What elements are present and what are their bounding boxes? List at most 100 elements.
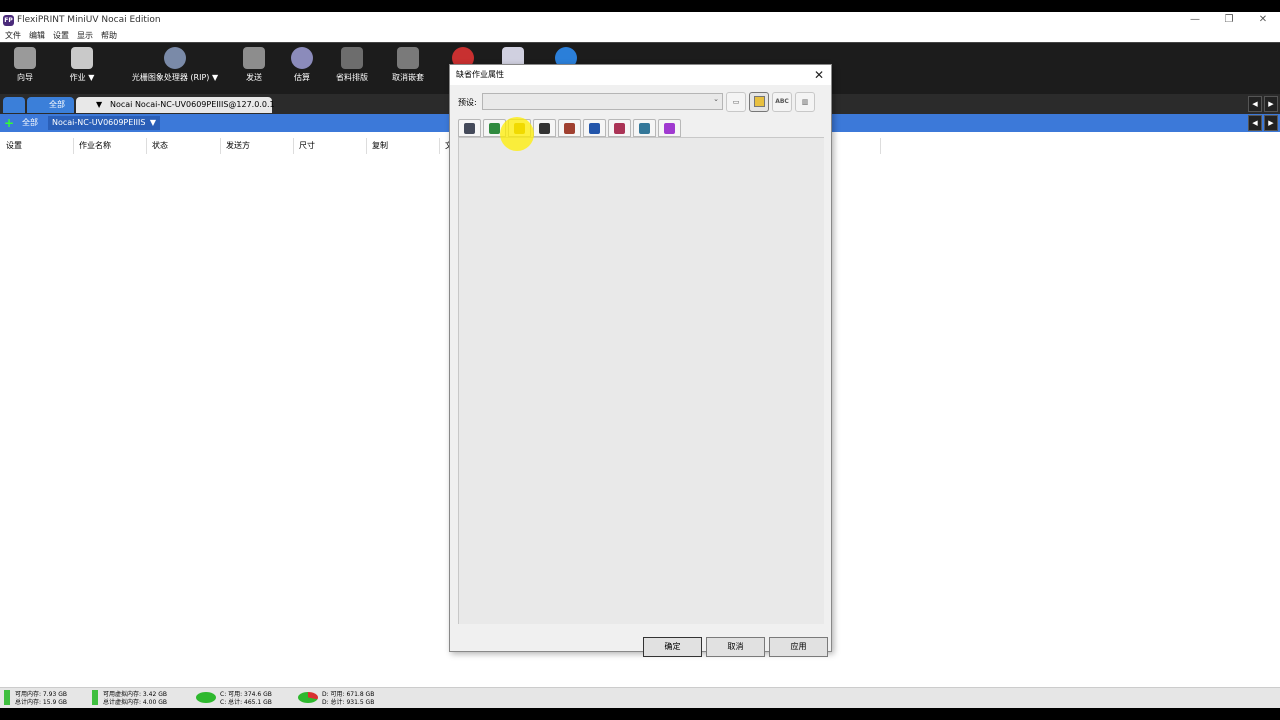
job-caret-icon[interactable]: ▼ [88, 73, 94, 82]
c-drive-total: C: 总计: 465.1 GB [220, 699, 272, 706]
d-drive-free: D: 可用: 671.8 GB [322, 691, 375, 698]
c-drive-free: C: 可用: 374.6 GB [220, 691, 272, 698]
delete-preset-button[interactable]: ▥ [795, 92, 815, 112]
unnest-icon [397, 47, 419, 69]
layout-icon [539, 123, 550, 134]
send-printer-icon [243, 47, 265, 69]
tab-all[interactable]: 全部 [27, 97, 74, 113]
close-window-button[interactable]: ✕ [1246, 12, 1280, 28]
ok-button[interactable]: 确定 [643, 637, 702, 657]
c-drive-status: C: 可用: 374.6 GB C: 总计: 465.1 GB [196, 690, 290, 707]
wizard-icon [14, 47, 36, 69]
dialog-title-bar: 缺省作业属性 ✕ [450, 65, 831, 85]
add-icon[interactable]: + [2, 116, 16, 130]
tab-color[interactable] [608, 119, 631, 137]
palette-icon [664, 123, 675, 134]
rip-label: 光栅图象处理器 (RIP) [131, 73, 210, 82]
memory-available: 可用内存: 7.93 GB [15, 691, 67, 698]
column-copies[interactable]: 复制 [372, 140, 388, 151]
tabs-scroll-left-button[interactable]: ◀ [1248, 96, 1262, 112]
general-icon [464, 123, 475, 134]
printer-filter-dropdown[interactable]: Nocai-NC-UV0609PEIIIS ▼ [48, 116, 160, 130]
save-as-preset-button[interactable] [749, 92, 769, 112]
image-icon [489, 123, 500, 134]
nesting-button[interactable]: 省料排版 [332, 47, 372, 93]
job-label: 作业 [69, 73, 86, 82]
tab-printer[interactable]: ▼ Nocai Nocai-NC-UV0609PEIIIS@127.0.0.1 [76, 97, 275, 113]
dialog-title: 缺省作业属性 [456, 70, 504, 79]
column-job-name[interactable]: 作业名称 [79, 140, 111, 151]
menu-bar: 文件 编辑 设置 显示 帮助 [0, 28, 1280, 42]
apply-button[interactable]: 应用 [769, 637, 828, 657]
column-sender[interactable]: 发送方 [226, 140, 250, 151]
virtual-memory-status: 可用虚拟内存: 3.42 GB 总计虚拟内存: 4.00 GB [92, 690, 192, 707]
filter-scroll-right-button[interactable]: ▶ [1264, 115, 1278, 131]
rip-caret-icon[interactable]: ▼ [212, 73, 218, 82]
virtual-memory-bar-icon [92, 690, 98, 705]
preset-caret-icon: ⌄ [713, 95, 719, 103]
floppy-plus-icon [753, 96, 765, 107]
menu-edit[interactable]: 编辑 [29, 30, 45, 41]
rip-button[interactable]: 光栅图象处理器 (RIP) ▼ [124, 47, 226, 93]
send-button[interactable]: 发送 [240, 47, 268, 93]
virtual-memory-total: 总计虚拟内存: 4.00 GB [103, 699, 167, 706]
cancel-button[interactable]: 取消 [706, 637, 765, 657]
abc-icon: ABC [775, 98, 789, 105]
menu-file[interactable]: 文件 [5, 30, 21, 41]
tab-tiling[interactable] [558, 119, 581, 137]
tab-layout[interactable] [533, 119, 556, 137]
menu-help[interactable]: 帮助 [101, 30, 117, 41]
printer-filter-value: Nocai-NC-UV0609PEIIIS [52, 118, 146, 127]
column-status[interactable]: 状态 [152, 140, 168, 151]
title-bar: FP FlexiPRINT MiniUV Nocai Edition — ❐ ✕ [0, 12, 1280, 28]
window-controls: — ❐ ✕ [1178, 12, 1280, 28]
window-title: FlexiPRINT MiniUV Nocai Edition [17, 15, 161, 25]
globe-icon [164, 47, 186, 69]
virtual-memory-available: 可用虚拟内存: 3.42 GB [103, 691, 167, 698]
home-tab[interactable] [3, 97, 25, 113]
save-preset-button[interactable]: ▭ [726, 92, 746, 112]
dialog-close-button[interactable]: ✕ [811, 65, 827, 85]
default-job-properties-dialog: 缺省作业属性 ✕ 预设: ⌄ ▭ ABC ▥ 确定 取消 应用 [449, 64, 832, 657]
memory-total: 总计内存: 15.9 GB [15, 699, 67, 706]
d-drive-total: D: 总计: 931.5 GB [322, 699, 375, 706]
unnest-button[interactable]: 取消嵌套 [388, 47, 428, 93]
grid-icon [564, 123, 575, 134]
status-bar: 可用内存: 7.93 GB 总计内存: 15.9 GB 可用虚拟内存: 3.42… [0, 687, 1280, 708]
app-logo-icon: FP [3, 14, 14, 26]
estimate-button[interactable]: 估算 [288, 47, 316, 93]
restore-button[interactable]: ❐ [1212, 12, 1246, 28]
send-label: 发送 [246, 73, 262, 82]
column-settings[interactable]: 设置 [6, 140, 22, 151]
color-bars-icon [614, 123, 625, 134]
properties-panel [458, 137, 824, 624]
printer-filter-caret-icon: ▼ [149, 118, 156, 127]
minimize-button[interactable]: — [1178, 12, 1212, 28]
cursor-highlight [500, 117, 534, 151]
rename-preset-button[interactable]: ABC [772, 92, 792, 112]
application-window: FP FlexiPRINT MiniUV Nocai Edition — ❐ ✕… [0, 12, 1280, 708]
menu-settings[interactable]: 设置 [53, 30, 69, 41]
printer-tab-caret-icon[interactable]: ▼ [96, 97, 102, 113]
video-letterbox-top [0, 0, 1280, 12]
tab-printer-settings[interactable] [633, 119, 656, 137]
tabs-scroll-right-button[interactable]: ▶ [1264, 96, 1278, 112]
column-size[interactable]: 尺寸 [299, 140, 315, 151]
filter-scroll-left-button[interactable]: ◀ [1248, 115, 1262, 131]
tab-general[interactable] [458, 119, 481, 137]
folder-icon [71, 47, 93, 69]
estimate-label: 估算 [294, 73, 310, 82]
nesting-icon [341, 47, 363, 69]
memory-status: 可用内存: 7.93 GB 总计内存: 15.9 GB [4, 690, 86, 707]
menu-view[interactable]: 显示 [77, 30, 93, 41]
tab-color-adjust[interactable] [658, 119, 681, 137]
wizard-label: 向导 [17, 73, 33, 82]
unnest-label: 取消嵌套 [392, 73, 424, 82]
wizard-button[interactable]: 向导 [10, 47, 40, 93]
filter-all-label[interactable]: 全部 [22, 116, 38, 130]
job-button[interactable]: 作业 ▼ [62, 47, 102, 93]
preset-dropdown[interactable]: ⌄ [482, 93, 723, 110]
tab-marks[interactable] [583, 119, 606, 137]
d-drive-pie-icon [298, 692, 318, 703]
memory-bar-icon [4, 690, 10, 705]
